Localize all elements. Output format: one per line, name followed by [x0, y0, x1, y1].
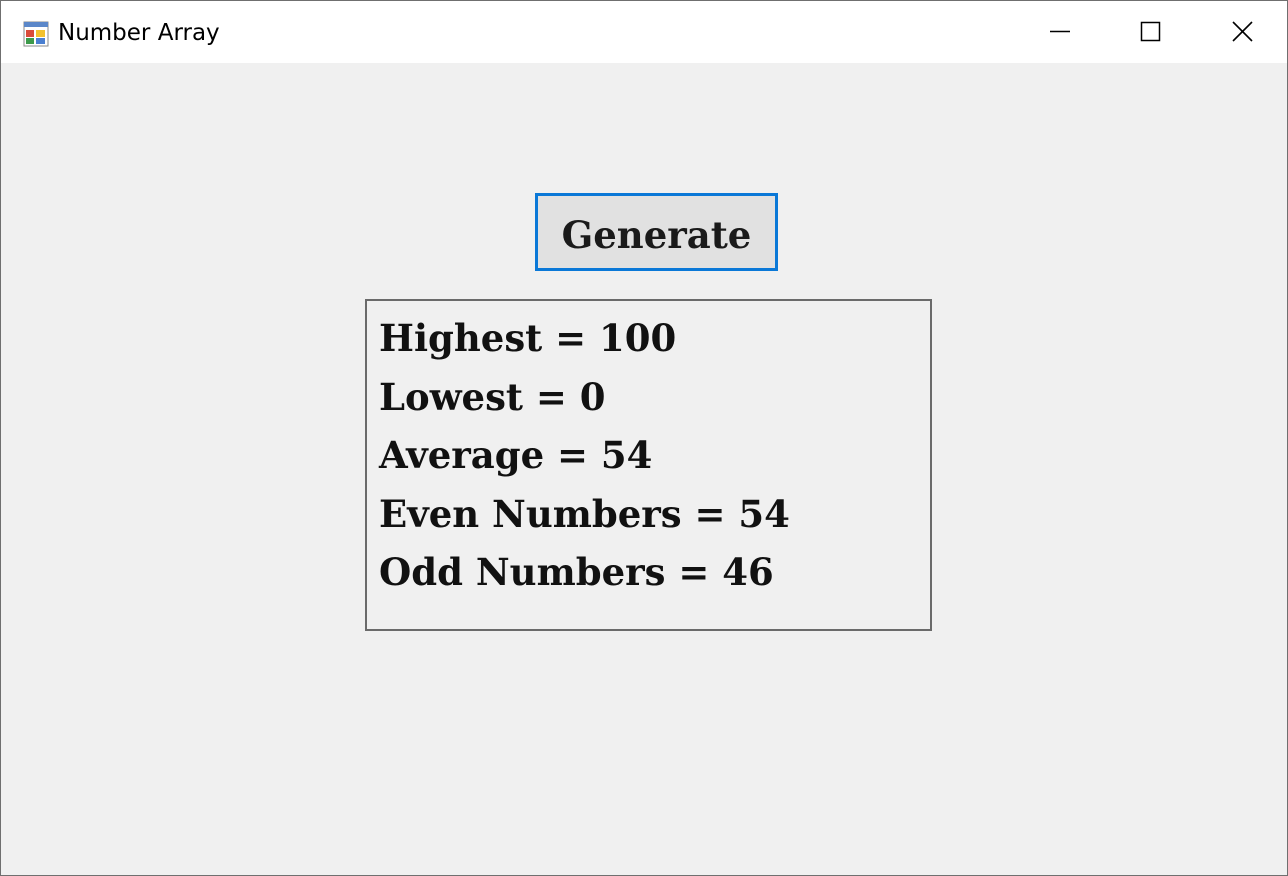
result-average[interactable]: Average = 54: [379, 426, 930, 485]
number-array-window: Number Array Generate Highest = 100 Lowe…: [0, 0, 1288, 876]
results-listbox[interactable]: Highest = 100 Lowest = 0 Average = 54 Ev…: [365, 299, 932, 631]
form-client-area: Generate Highest = 100 Lowest = 0 Averag…: [1, 63, 1287, 875]
maximize-button[interactable]: [1105, 1, 1197, 63]
generate-button[interactable]: Generate: [535, 193, 778, 271]
result-odd-numbers[interactable]: Odd Numbers = 46: [379, 543, 930, 602]
result-lowest[interactable]: Lowest = 0: [379, 368, 930, 427]
minimize-icon: [1050, 30, 1070, 33]
minimize-button[interactable]: [1013, 1, 1105, 63]
result-even-numbers[interactable]: Even Numbers = 54: [379, 485, 930, 544]
app-icon[interactable]: [23, 21, 49, 47]
title-bar[interactable]: Number Array: [1, 1, 1287, 63]
results-list: Highest = 100 Lowest = 0 Average = 54 Ev…: [367, 301, 930, 602]
close-button[interactable]: [1197, 1, 1287, 63]
window-title: Number Array: [58, 20, 220, 46]
maximize-icon: [1140, 21, 1161, 42]
result-highest[interactable]: Highest = 100: [379, 309, 930, 368]
close-icon: [1232, 21, 1253, 42]
